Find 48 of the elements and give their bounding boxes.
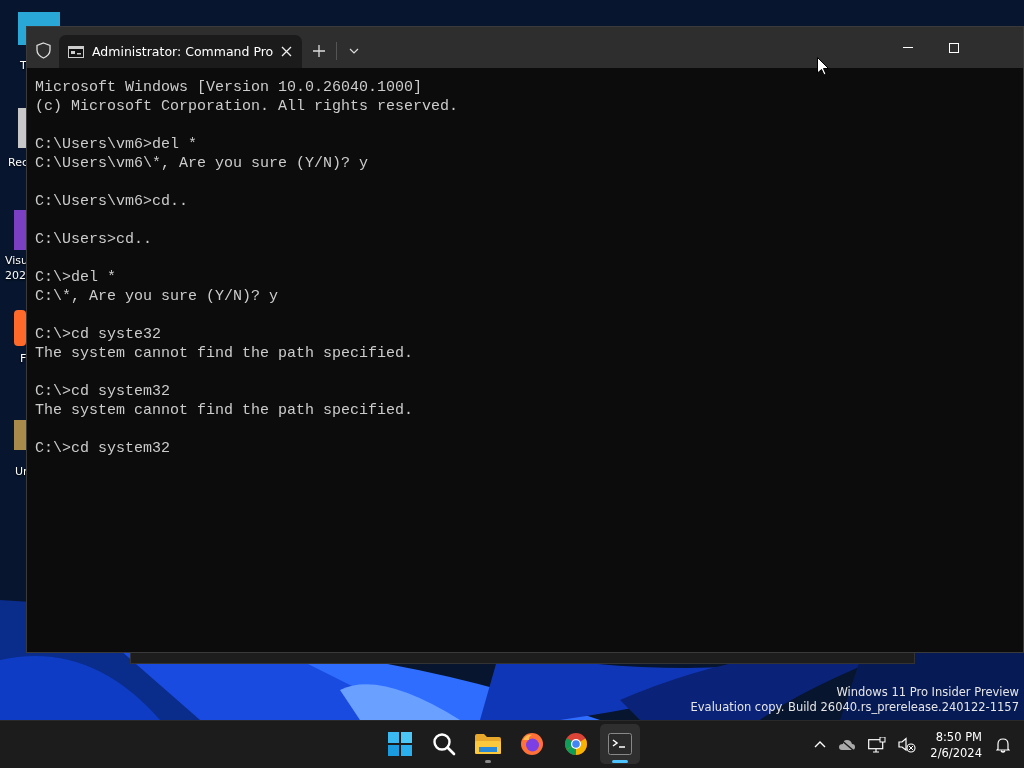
console-line: The system cannot find the path specified.	[35, 344, 414, 363]
console-line: C:\Users>cd..	[35, 230, 153, 249]
chevron-down-icon	[349, 48, 360, 54]
desktop-icon-label: T	[20, 58, 28, 73]
shield-icon	[36, 42, 51, 59]
evaluation-notice: Evaluation copy. Build 26040.rs_prerelease.240122-1157	[690, 700, 1019, 715]
clock-button[interactable]: 8:50 PM 2/6/2024	[924, 728, 988, 761]
console-line: C:\>cd system32	[35, 382, 171, 401]
running-indicator	[485, 760, 491, 763]
console-line: C:\>cd syste32	[35, 325, 162, 344]
windows-logo-icon	[388, 732, 412, 756]
terminal-icon	[608, 733, 632, 755]
desktop-icon-label: Ur	[15, 464, 29, 479]
running-indicator	[612, 760, 628, 763]
console-line: C:\Users\vm6>del *	[35, 135, 198, 154]
console-line: C:\*, Are you sure (Y/N)? y	[35, 287, 279, 306]
minimize-icon	[903, 46, 913, 49]
desktop-icon-label: F	[20, 351, 28, 366]
folder-icon	[475, 733, 501, 755]
fox-globe-icon	[520, 732, 544, 756]
mouse-cursor-icon	[817, 57, 829, 76]
network-icon	[868, 736, 887, 753]
chrome-circle-icon	[564, 732, 588, 756]
bell-icon	[996, 736, 1010, 753]
console-line: C:\>del *	[35, 268, 116, 287]
console-line: C:\>cd system32	[35, 439, 171, 458]
plus-icon	[313, 45, 326, 57]
taskbar-button[interactable]	[600, 724, 640, 764]
desktop-icon-label: Rec	[8, 155, 29, 170]
terminal-tab[interactable]: Administrator: Command Pro	[59, 35, 303, 68]
evaluation-notice: Windows 11 Pro Insider Preview	[836, 685, 1019, 700]
time: 8:50 PM	[935, 728, 982, 745]
cloud-off-icon	[838, 737, 857, 752]
date: 2/6/2024	[930, 744, 982, 761]
console-line: Microsoft Windows [Version 10.0.26040.1000]	[35, 78, 423, 97]
maximize-icon	[949, 42, 959, 53]
search-icon	[432, 732, 456, 756]
console-line: (c) Microsoft Corporation. All rights reserved.	[35, 97, 459, 116]
command-prompt-icon	[68, 45, 84, 58]
close-icon[interactable]	[281, 46, 293, 57]
desktop-icon-label: Visu 202	[5, 253, 27, 283]
tab-title: Administrator: Command Pro	[92, 44, 274, 59]
console-line: C:\Users\vm6\*, Are you sure (Y/N)? y	[35, 154, 369, 173]
desktop-icon[interactable]	[14, 310, 26, 346]
chevron-up-icon	[814, 741, 827, 748]
speaker-muted-icon	[898, 736, 917, 753]
console-line: C:\Users\vm6>cd..	[35, 192, 189, 211]
console-line: The system cannot find the path specified.	[35, 401, 414, 420]
